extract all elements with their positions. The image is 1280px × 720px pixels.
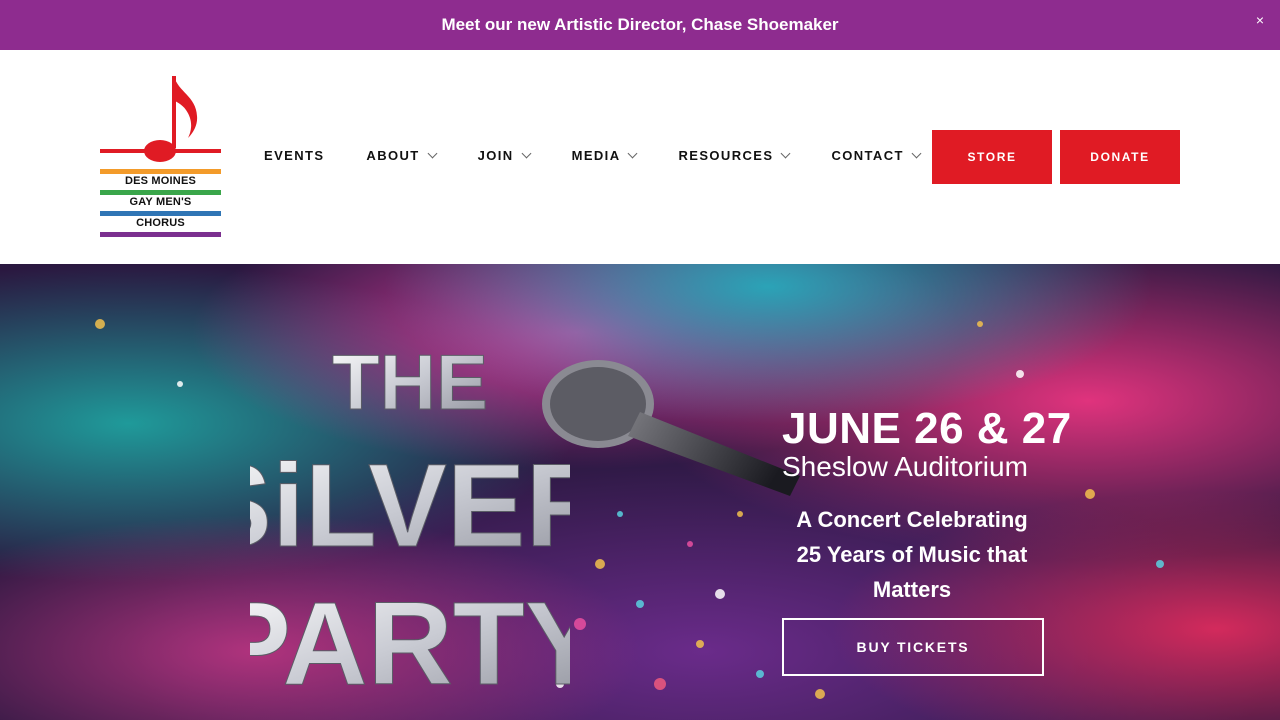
- nav-item-about[interactable]: ABOUT: [366, 148, 438, 163]
- nav-item-join[interactable]: JOIN: [477, 148, 532, 163]
- nav-label: ABOUT: [366, 148, 420, 163]
- logo-text-line3: CHORUS: [136, 217, 185, 229]
- close-icon[interactable]: ×: [1256, 12, 1264, 28]
- chevron-down-icon: [780, 148, 791, 159]
- nav-item-resources[interactable]: RESOURCES: [678, 148, 791, 163]
- site-logo[interactable]: DES MOINES GAY MEN'S CHORUS: [100, 74, 221, 240]
- logo-stripe-purple: [100, 232, 221, 237]
- event-date: JUNE 26 & 27: [782, 404, 1072, 453]
- logo-text-line1: DES MOINES: [124, 175, 197, 187]
- logo-stripe-orange: [100, 169, 221, 174]
- hero-banner: THE SiLVER PARTY JUNE 26 & 27 Sheslow Au…: [0, 264, 1280, 720]
- nav-label: RESOURCES: [678, 148, 774, 163]
- chevron-down-icon: [911, 148, 922, 159]
- nav-label: CONTACT: [831, 148, 904, 163]
- title-line-3: PARTY: [250, 578, 570, 694]
- announcement-bar: Meet our new Artistic Director, Chase Sh…: [0, 0, 1280, 50]
- announcement-link[interactable]: Meet our new Artistic Director, Chase Sh…: [441, 15, 838, 35]
- hero-background-image: [0, 264, 1280, 720]
- nav-label: JOIN: [477, 148, 514, 163]
- buy-tickets-button[interactable]: BUY TICKETS: [782, 618, 1044, 676]
- nav-label: EVENTS: [264, 148, 325, 163]
- title-line-1: THE: [332, 338, 488, 426]
- logo-text-line2: GAY MEN'S: [129, 196, 192, 208]
- main-nav: EVENTS ABOUT JOIN MEDIA RESOURCES CONTAC…: [264, 148, 922, 163]
- chevron-down-icon: [628, 148, 638, 159]
- nav-label: MEDIA: [571, 148, 621, 163]
- nav-item-contact[interactable]: CONTACT: [831, 148, 922, 163]
- chevron-down-icon: [427, 148, 438, 159]
- silver-party-logo: THE SiLVER PARTY: [250, 338, 570, 695]
- music-note-icon: [100, 76, 221, 162]
- event-venue: Sheslow Auditorium: [782, 451, 1028, 482]
- title-line-2: SiLVER: [250, 440, 570, 572]
- logo-stripe-blue: [100, 211, 221, 216]
- event-tagline: A Concert Celebrating 25 Years of Music …: [796, 507, 1028, 602]
- nav-item-media[interactable]: MEDIA: [571, 148, 638, 163]
- nav-item-events[interactable]: EVENTS: [264, 148, 324, 163]
- donate-button[interactable]: DONATE: [1060, 130, 1180, 184]
- logo-stripe-green: [100, 190, 221, 195]
- site-header: DES MOINES GAY MEN'S CHORUS EVENTS ABOUT…: [0, 50, 1280, 264]
- chevron-down-icon: [521, 148, 532, 159]
- store-button[interactable]: STORE: [932, 130, 1052, 184]
